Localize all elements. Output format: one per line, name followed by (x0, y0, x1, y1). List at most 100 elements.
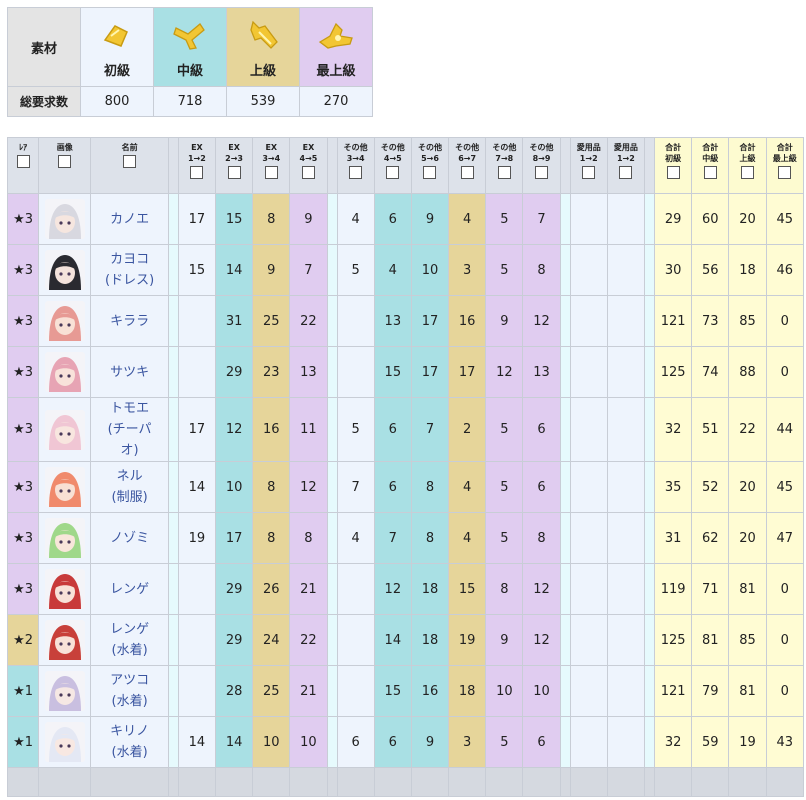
column-toggle-checkbox[interactable] (666, 166, 680, 179)
total-value: 56 (691, 244, 730, 296)
column-header-text: 8→9 (532, 154, 551, 163)
character-name: レンゲ (水着) (90, 614, 169, 666)
character-portrait[interactable] (44, 467, 85, 507)
spacer-cell (167, 461, 179, 513)
column-toggle-checkbox[interactable] (740, 166, 754, 179)
ex-value: 8 (252, 461, 291, 513)
character-name-line[interactable]: カヨコ (91, 249, 167, 270)
character-portrait[interactable] (44, 352, 85, 392)
column-toggle-checkbox[interactable] (703, 166, 717, 179)
column-toggle-checkbox[interactable] (264, 166, 278, 179)
footer-cell (485, 767, 524, 797)
character-name: キリノ (水着) (90, 716, 169, 768)
other-value: 7 (336, 461, 375, 513)
character-portrait[interactable] (44, 518, 85, 558)
ex-value: 8 (252, 193, 291, 245)
spacer-cell (559, 397, 571, 462)
column-toggle-checkbox[interactable] (123, 155, 137, 168)
ex-value: 14 (214, 716, 254, 768)
character-portrait[interactable] (44, 301, 85, 341)
character-name-line[interactable]: (ドレス) (91, 270, 167, 291)
other-value: 10 (485, 665, 524, 717)
total-value: 20 (728, 193, 767, 245)
spacer-cell (559, 461, 571, 513)
character-name-line[interactable]: キリノ (91, 721, 167, 742)
other-value: 13 (373, 295, 412, 347)
portrait-cell (38, 716, 92, 768)
character-portrait[interactable] (44, 620, 85, 660)
column-toggle-checkbox[interactable] (535, 166, 548, 179)
other-value: 6 (336, 716, 375, 768)
ex-value: 25 (252, 295, 291, 347)
total-value: 73 (691, 295, 730, 347)
footer-cell (336, 767, 375, 797)
character-portrait[interactable] (44, 722, 85, 762)
column-toggle-checkbox[interactable] (778, 166, 792, 179)
total-count: 800 (80, 86, 154, 117)
character-name-line[interactable]: ノゾミ (91, 528, 167, 549)
footer-cell (214, 767, 254, 797)
column-toggle-checkbox[interactable] (619, 166, 633, 179)
total-value: 0 (765, 665, 805, 717)
character-name-line[interactable]: カノエ (91, 209, 167, 230)
character-portrait[interactable] (44, 409, 85, 450)
spacer-cell (326, 716, 338, 768)
rarity-cell: ★1 (6, 665, 40, 717)
column-total-2: 合計 上級 (728, 137, 767, 194)
total-value: 0 (765, 346, 805, 398)
character-portrait[interactable] (44, 199, 85, 239)
gift-value (569, 193, 608, 245)
character-name-line[interactable]: (制服) (91, 487, 167, 508)
ex-value (177, 295, 217, 347)
column-toggle-checkbox[interactable] (460, 166, 474, 179)
character-name-line[interactable]: ネル (91, 466, 167, 487)
table-row: ★1 アツコ (水着) 28 25 21 15 16 18 10 10 121 79 81 0 (6, 665, 805, 717)
table-row: ★3 レンゲ 29 26 21 12 18 15 8 12 119 71 81 0 (6, 563, 805, 615)
character-name-line[interactable]: レンゲ (91, 579, 167, 600)
gift-value (569, 716, 608, 768)
portrait-cell (38, 295, 92, 347)
gift-value (606, 563, 645, 615)
gold-pill-small-icon (103, 25, 128, 47)
ex-value: 24 (252, 614, 291, 666)
footer-cell (728, 767, 767, 797)
column-toggle-checkbox[interactable] (58, 155, 72, 168)
other-value: 7 (522, 193, 561, 245)
column-toggle-checkbox[interactable] (190, 166, 204, 179)
character-name-line[interactable]: サツキ (91, 362, 167, 383)
character-name-line[interactable]: (水着) (91, 691, 167, 712)
total-value: 32 (654, 397, 693, 462)
spacer-cell (326, 563, 338, 615)
column-toggle-checkbox[interactable] (349, 166, 363, 179)
character-name-line[interactable]: (水着) (91, 742, 167, 763)
column-toggle-checkbox[interactable] (227, 166, 241, 179)
other-value: 7 (410, 397, 450, 462)
character-name-line[interactable]: トモエ (91, 398, 167, 419)
column-toggle-checkbox[interactable] (386, 166, 400, 179)
character-name-line[interactable]: オ) (91, 440, 167, 461)
character-name-line[interactable]: (水着) (91, 640, 167, 661)
ex-value: 23 (252, 346, 291, 398)
column-header-text: EX (228, 143, 240, 152)
other-value: 12 (373, 563, 412, 615)
column-toggle-checkbox[interactable] (301, 166, 315, 179)
other-value: 8 (485, 563, 524, 615)
column-toggle-checkbox[interactable] (497, 166, 511, 179)
spacer-cell (643, 193, 656, 245)
character-portrait[interactable] (44, 671, 85, 711)
other-value: 2 (448, 397, 487, 462)
character-name-line[interactable]: キララ (91, 311, 167, 332)
other-value: 9 (485, 614, 524, 666)
character-name-line[interactable]: レンゲ (91, 619, 167, 640)
character-name-line[interactable]: (チーパ (91, 419, 167, 440)
column-toggle-checkbox[interactable] (16, 155, 30, 168)
column-spacer (326, 137, 338, 194)
character-portrait[interactable] (44, 569, 85, 609)
column-toggle-checkbox[interactable] (423, 166, 437, 179)
portrait-cell (38, 512, 92, 564)
column-ex-1: EX 2→3 (214, 137, 254, 194)
total-count: 539 (226, 86, 300, 117)
character-portrait[interactable] (44, 250, 85, 290)
column-toggle-checkbox[interactable] (582, 166, 596, 179)
character-name-line[interactable]: アツコ (91, 670, 167, 691)
